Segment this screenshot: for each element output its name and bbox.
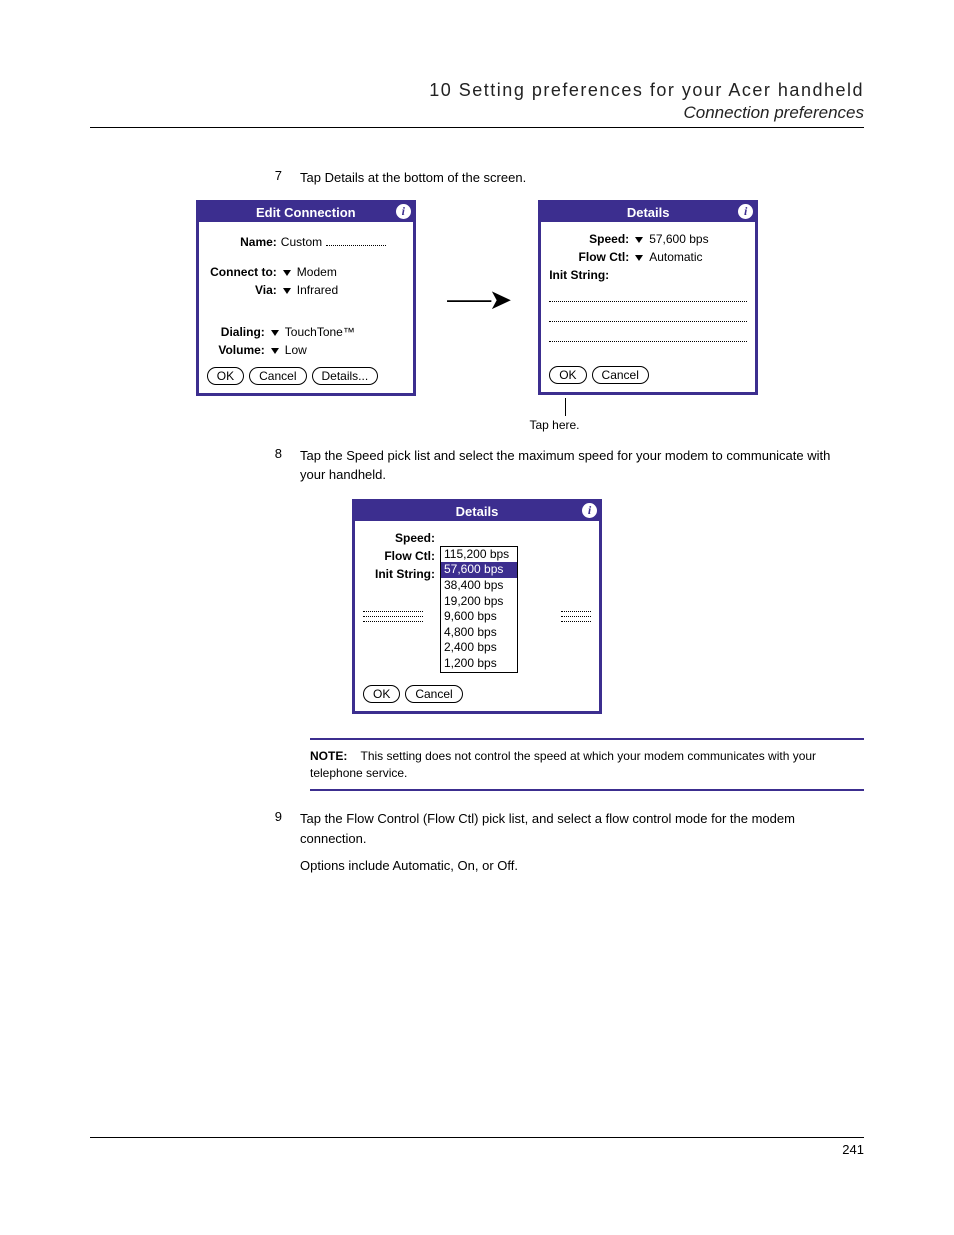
note-label: NOTE: xyxy=(310,749,347,763)
dropdown-arrow-icon[interactable] xyxy=(283,288,291,294)
name-label: Name: xyxy=(207,235,277,249)
speed-label: Speed: xyxy=(363,531,435,545)
init-line xyxy=(561,611,591,612)
dialog-title: Edit Connection i xyxy=(199,203,413,222)
dropdown-arrow-icon[interactable] xyxy=(283,270,291,276)
page-number: 241 xyxy=(842,1142,864,1157)
step-7: 7 Tap Details at the bottom of the scree… xyxy=(260,168,864,188)
cancel-button[interactable]: Cancel xyxy=(249,367,306,385)
step-text: Tap Details at the bottom of the screen. xyxy=(300,168,864,188)
edit-connection-dialog: Edit Connection i Name: Custom Connect t… xyxy=(196,200,416,396)
step-text-2: Options include Automatic, On, or Off. xyxy=(300,856,854,876)
page-header: 10 Setting preferences for your Acer han… xyxy=(90,80,864,128)
via-label: Via: xyxy=(207,283,277,297)
speed-option[interactable]: 4,800 bps xyxy=(441,625,517,641)
speed-option-selected[interactable]: 57,600 bps xyxy=(441,562,517,578)
dialing-value[interactable]: TouchTone™ xyxy=(285,325,355,339)
volume-label: Volume: xyxy=(207,343,265,357)
init-string-line[interactable] xyxy=(549,288,747,302)
init-line xyxy=(561,621,591,622)
step-8: 8 Tap the Speed pick list and select the… xyxy=(260,446,864,485)
dialing-label: Dialing: xyxy=(207,325,265,339)
speed-label: Speed: xyxy=(549,232,629,246)
name-input-line[interactable] xyxy=(326,232,386,246)
figure-2: Details i Speed: Flow Ctl: Init String: xyxy=(90,499,864,714)
ok-button[interactable]: OK xyxy=(363,685,400,703)
ok-button[interactable]: OK xyxy=(549,366,586,384)
step-text: Tap the Speed pick list and select the m… xyxy=(300,446,864,485)
init-string-label: Init String: xyxy=(549,268,609,282)
speed-option[interactable]: 9,600 bps xyxy=(441,609,517,625)
init-line xyxy=(363,611,423,612)
speed-value[interactable]: 57,600 bps xyxy=(649,232,708,246)
details-button[interactable]: Details... xyxy=(312,367,379,385)
info-icon[interactable]: i xyxy=(582,503,597,518)
ok-button[interactable]: OK xyxy=(207,367,244,385)
speed-option[interactable]: 2,400 bps xyxy=(441,640,517,656)
name-value[interactable]: Custom xyxy=(281,235,322,249)
step-number: 7 xyxy=(260,168,300,188)
chapter-title: 10 Setting preferences for your Acer han… xyxy=(90,80,864,101)
init-string-line[interactable] xyxy=(549,328,747,342)
note-text: This setting does not control the speed … xyxy=(310,749,816,780)
dropdown-arrow-icon[interactable] xyxy=(271,348,279,354)
init-string-line[interactable] xyxy=(549,308,747,322)
figure-row-1: Edit Connection i Name: Custom Connect t… xyxy=(90,200,864,396)
speed-option[interactable]: 19,200 bps xyxy=(441,594,517,610)
step-number: 8 xyxy=(260,446,300,485)
arrow-right-icon: ⸺➤ xyxy=(446,278,508,318)
page-footer: 241 xyxy=(90,1137,864,1157)
volume-value[interactable]: Low xyxy=(285,343,307,357)
speed-option[interactable]: 1,200 bps xyxy=(441,656,517,672)
dropdown-arrow-icon[interactable] xyxy=(635,237,643,243)
details-dialog-expanded: Details i Speed: Flow Ctl: Init String: xyxy=(352,499,602,714)
info-icon[interactable]: i xyxy=(738,204,753,219)
speed-option[interactable]: 38,400 bps xyxy=(441,578,517,594)
dialog-title-text: Details xyxy=(627,205,670,220)
dialog-title-text: Details xyxy=(456,504,499,519)
dialog-title: Details i xyxy=(355,502,599,521)
info-icon[interactable]: i xyxy=(396,204,411,219)
init-line xyxy=(561,616,591,617)
speed-option[interactable]: 115,200 bps xyxy=(441,547,517,563)
step-text: Tap the Flow Control (Flow Ctl) pick lis… xyxy=(300,809,854,848)
flow-label: Flow Ctl: xyxy=(363,549,435,563)
dialog-title: Details i xyxy=(541,203,755,222)
step-9: 9 Tap the Flow Control (Flow Ctl) pick l… xyxy=(260,809,864,876)
step-number: 9 xyxy=(260,809,300,876)
connect-to-value[interactable]: Modem xyxy=(297,265,337,279)
section-title: Connection preferences xyxy=(90,103,864,123)
init-line xyxy=(363,616,423,617)
flow-value[interactable]: Automatic xyxy=(649,250,702,264)
init-line xyxy=(363,621,423,622)
cancel-button[interactable]: Cancel xyxy=(592,366,649,384)
cancel-button[interactable]: Cancel xyxy=(405,685,462,703)
dialog-title-text: Edit Connection xyxy=(256,205,356,220)
flow-label: Flow Ctl: xyxy=(549,250,629,264)
details-dialog: Details i Speed: 57,600 bps Flow Ctl: Au… xyxy=(538,200,758,395)
speed-dropdown-list[interactable]: 115,200 bps 57,600 bps 38,400 bps 19,200… xyxy=(440,546,518,673)
via-value[interactable]: Infrared xyxy=(297,283,338,297)
dropdown-arrow-icon[interactable] xyxy=(635,255,643,261)
note-box: NOTE: This setting does not control the … xyxy=(310,738,864,792)
init-string-label: Init String: xyxy=(363,567,435,581)
callout-text: Tap here. xyxy=(245,418,864,432)
connect-to-label: Connect to: xyxy=(207,265,277,279)
dropdown-arrow-icon[interactable] xyxy=(271,330,279,336)
